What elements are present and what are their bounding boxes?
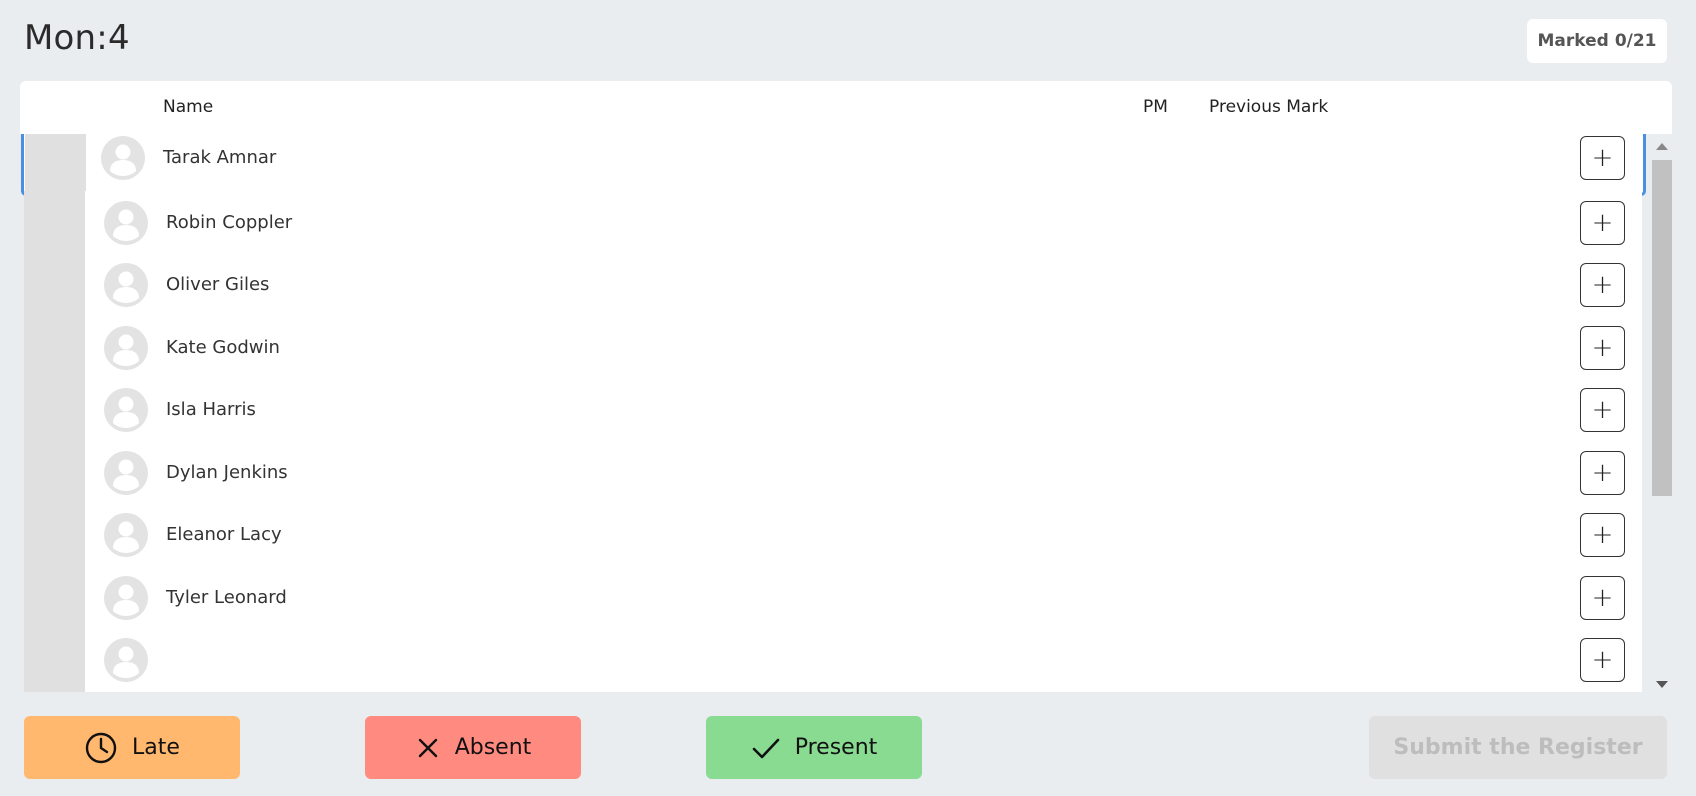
column-header-name: Name bbox=[163, 97, 214, 117]
add-mark-button[interactable]: + bbox=[1580, 513, 1625, 557]
present-button[interactable]: Present bbox=[706, 716, 922, 779]
add-mark-button[interactable]: + bbox=[1580, 136, 1625, 180]
plus-icon: + bbox=[1591, 270, 1614, 300]
plus-icon: + bbox=[1591, 332, 1614, 363]
mark-cell[interactable] bbox=[24, 628, 85, 692]
user-avatar-icon bbox=[103, 450, 149, 496]
scroll-down-arrow-icon[interactable] bbox=[1656, 681, 1668, 688]
student-name: Tarak Amnar bbox=[163, 147, 277, 168]
clock-icon bbox=[84, 731, 118, 765]
student-name: Oliver Giles bbox=[166, 274, 270, 295]
student-name: Dylan Jenkins bbox=[166, 461, 288, 483]
scrollbar[interactable] bbox=[1652, 134, 1672, 698]
column-header-pm: PM bbox=[1143, 97, 1168, 117]
user-avatar-icon bbox=[103, 512, 149, 558]
plus-icon: + bbox=[1591, 143, 1614, 173]
table-row[interactable]: Kate Godwin + bbox=[24, 315, 1642, 380]
student-name: Eleanor Lacy bbox=[166, 524, 282, 545]
marked-count: 0/21 bbox=[1614, 31, 1657, 51]
plus-icon: + bbox=[1591, 520, 1614, 550]
check-icon bbox=[751, 735, 781, 761]
mark-cell[interactable] bbox=[24, 440, 85, 505]
table-row[interactable]: Robin Coppler + bbox=[24, 190, 1642, 255]
student-name: Robin Coppler bbox=[166, 211, 293, 233]
user-avatar-icon bbox=[103, 637, 149, 683]
add-mark-button[interactable]: + bbox=[1580, 450, 1625, 495]
page-title: Mon:4 bbox=[24, 18, 130, 58]
plus-icon: + bbox=[1591, 582, 1614, 613]
add-mark-button[interactable]: + bbox=[1580, 575, 1625, 620]
add-mark-button[interactable]: + bbox=[1580, 388, 1625, 432]
table-row[interactable]: + bbox=[24, 628, 1642, 692]
table-row[interactable]: Eleanor Lacy + bbox=[24, 503, 1642, 567]
add-mark-button[interactable]: + bbox=[1580, 638, 1625, 682]
table-header: Name PM Previous Mark bbox=[20, 81, 1672, 134]
absent-button[interactable]: Absent bbox=[365, 716, 581, 779]
table-row[interactable]: Oliver Giles + bbox=[24, 253, 1642, 317]
mark-cell[interactable] bbox=[24, 253, 85, 317]
column-header-previous-mark: Previous Mark bbox=[1209, 97, 1329, 117]
marked-count-badge: Marked 0/21 bbox=[1527, 19, 1667, 63]
mark-cell[interactable] bbox=[25, 134, 86, 193]
plus-icon: + bbox=[1591, 457, 1614, 488]
mark-cell[interactable] bbox=[24, 565, 85, 630]
mark-cell[interactable] bbox=[24, 190, 85, 255]
x-icon bbox=[415, 735, 441, 761]
scrollbar-thumb[interactable] bbox=[1652, 160, 1672, 496]
marked-label: Marked bbox=[1537, 31, 1609, 51]
student-name: Kate Godwin bbox=[166, 336, 280, 358]
absent-label: Absent bbox=[454, 735, 532, 760]
user-avatar-icon bbox=[103, 200, 149, 246]
mark-cell[interactable] bbox=[24, 378, 85, 442]
student-name: Isla Harris bbox=[166, 399, 256, 420]
add-mark-button[interactable]: + bbox=[1580, 325, 1625, 370]
plus-icon: + bbox=[1591, 645, 1614, 675]
table-row[interactable]: Tarak Amnar + bbox=[21, 134, 1646, 196]
register-app: Mon:4 Marked 0/21 Name PM Previous Mark … bbox=[0, 0, 1696, 796]
add-mark-button[interactable]: + bbox=[1580, 200, 1625, 245]
scroll-up-arrow-icon[interactable] bbox=[1656, 143, 1668, 150]
user-avatar-icon bbox=[103, 575, 149, 621]
student-list[interactable]: Tarak Amnar + Robin Coppler + Oliver Giles + K… bbox=[20, 134, 1652, 698]
user-avatar-icon bbox=[100, 135, 146, 181]
mark-cell[interactable] bbox=[24, 503, 85, 567]
late-button[interactable]: Late bbox=[24, 716, 240, 779]
user-avatar-icon bbox=[103, 387, 149, 433]
table-row[interactable]: Dylan Jenkins + bbox=[24, 440, 1642, 505]
user-avatar-icon bbox=[103, 262, 149, 308]
table-row[interactable]: Tyler Leonard + bbox=[24, 565, 1642, 630]
submit-register-button[interactable]: Submit the Register bbox=[1369, 716, 1667, 779]
student-name: Tyler Leonard bbox=[166, 586, 287, 608]
plus-icon: + bbox=[1591, 207, 1614, 238]
late-label: Late bbox=[132, 735, 180, 760]
user-avatar-icon bbox=[103, 325, 149, 371]
mark-cell[interactable] bbox=[24, 315, 85, 380]
present-label: Present bbox=[794, 735, 878, 760]
plus-icon: + bbox=[1591, 395, 1614, 425]
add-mark-button[interactable]: + bbox=[1580, 263, 1625, 307]
table-row[interactable]: Isla Harris + bbox=[24, 378, 1642, 442]
